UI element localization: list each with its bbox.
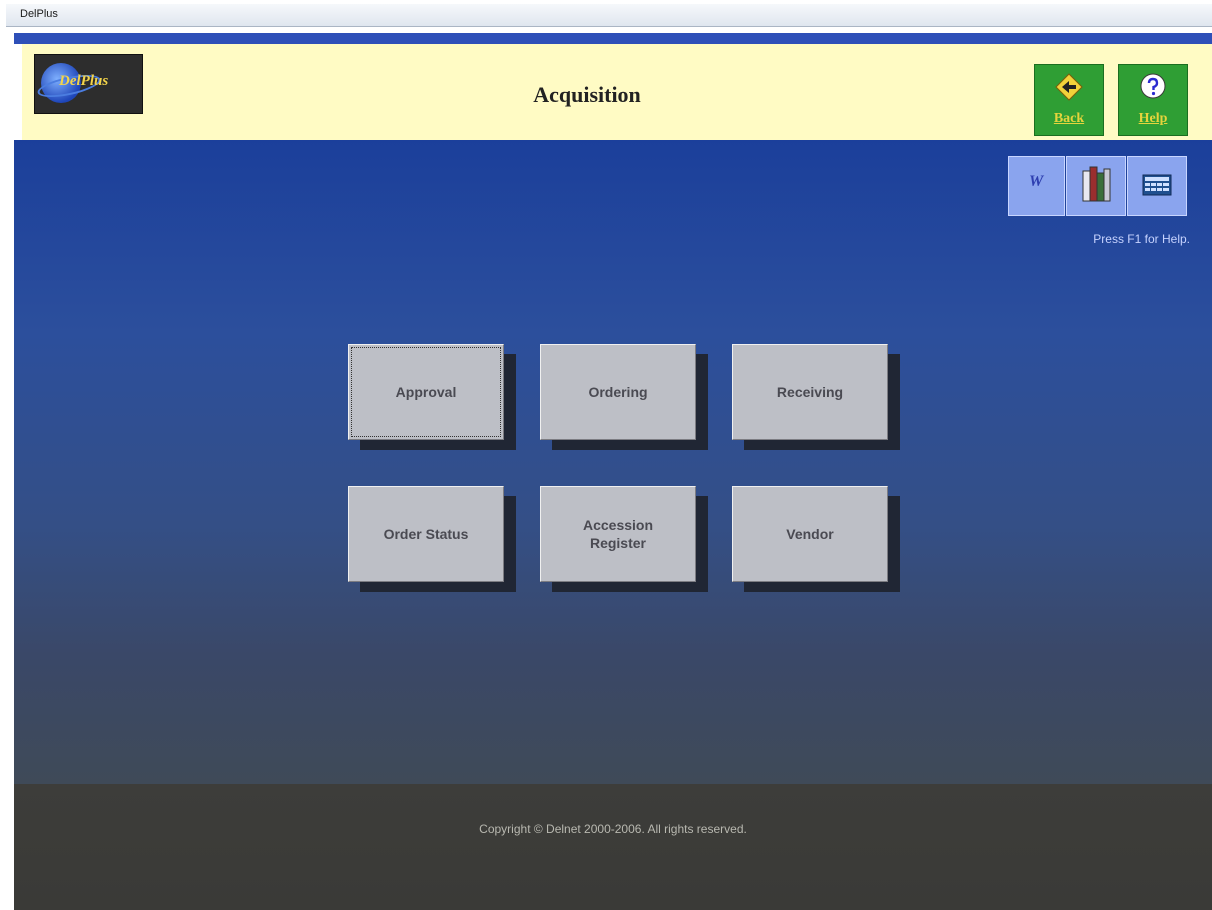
ordering-button[interactable]: Ordering: [540, 344, 696, 440]
question-mark-icon: [1140, 73, 1166, 99]
footer: Copyright © Delnet 2000-2006. All rights…: [14, 784, 1212, 910]
copyright-text: Copyright © Delnet 2000-2006. All rights…: [479, 822, 747, 836]
calculator-icon: [1142, 174, 1172, 196]
vendor-button[interactable]: Vendor: [732, 486, 888, 582]
receiving-label: Receiving: [776, 384, 844, 400]
word-w-icon: W: [1029, 173, 1044, 190]
word-button[interactable]: W: [1008, 156, 1065, 216]
ordering-label: Ordering: [588, 384, 648, 400]
tool-buttons: W: [1008, 156, 1188, 216]
help-button[interactable]: Help: [1118, 64, 1188, 136]
approval-label: Approval: [395, 384, 457, 400]
back-arrow-icon: [1055, 73, 1083, 101]
title-bar: DelPlus: [6, 4, 1212, 27]
header-accent-strip: [14, 33, 1212, 44]
books-button[interactable]: [1066, 156, 1126, 216]
back-button[interactable]: Back: [1034, 64, 1104, 136]
approval-button[interactable]: Approval: [348, 344, 504, 440]
order-status-label: Order Status: [383, 526, 469, 542]
header-bar: DelPlus Acquisition Back Help: [22, 44, 1212, 140]
app-window: DelPlus DelPlus Acquisition Back Help W …: [0, 0, 1212, 910]
accession-register-button[interactable]: Accession Register: [540, 486, 696, 582]
back-label: Back: [1053, 111, 1085, 126]
books-icon: [1082, 166, 1111, 202]
main-panel: W Press F1 for Help. Approval Ordering R…: [14, 140, 1212, 784]
help-hint-text: Press F1 for Help.: [1093, 232, 1190, 246]
help-label: Help: [1138, 111, 1168, 126]
calculator-button[interactable]: [1127, 156, 1187, 216]
vendor-label: Vendor: [786, 526, 834, 542]
window-title: DelPlus: [20, 8, 58, 20]
accession-register-label: Accession Register: [582, 517, 654, 551]
receiving-button[interactable]: Receiving: [732, 344, 888, 440]
page-title: Acquisition: [533, 82, 641, 107]
order-status-button[interactable]: Order Status: [348, 486, 504, 582]
